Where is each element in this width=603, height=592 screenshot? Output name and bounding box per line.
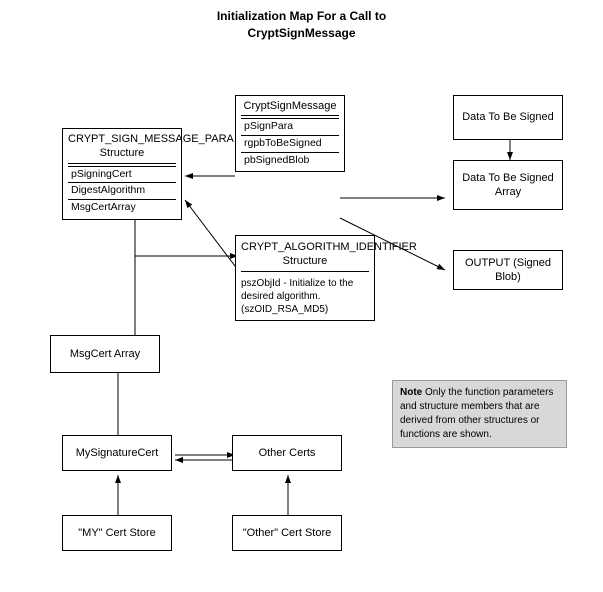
other-cert-store-box: "Other" Cert Store	[232, 515, 342, 551]
crypt-sign-message-box: CryptSignMessage pSignPara rgpbToBeSigne…	[235, 95, 345, 172]
crypt-sign-message-header: CryptSignMessage	[241, 99, 339, 116]
digestalg-row: DigestAlgorithm	[68, 182, 176, 199]
crypt-sign-para-header: CRYPT_SIGN_MESSAGE_PARA Structure	[68, 132, 176, 164]
pbsigned-row: pbSignedBlob	[241, 152, 339, 169]
output-box: OUTPUT (Signed Blob)	[453, 250, 563, 290]
crypt-algo-header: CRYPT_ALGORITHM_IDENTIFIER Structure	[241, 240, 369, 272]
note-bold: Note	[400, 387, 422, 398]
data-to-be-signed-box: Data To Be Signed	[453, 95, 563, 140]
note-box: Note Only the function parameters and st…	[392, 380, 567, 448]
crypt-algo-body: pszObjId - Initialize to the desired alg…	[241, 274, 369, 316]
crypt-sign-para-box: CRYPT_SIGN_MESSAGE_PARA Structure pSigni…	[62, 128, 182, 220]
diagram-container: Initialization Map For a Call to CryptSi…	[0, 0, 603, 592]
msgcertarray-row: MsgCertArray	[68, 199, 176, 216]
other-certs-box: Other Certs	[232, 435, 342, 471]
rgpb-row: rgpbToBeSigned	[241, 135, 339, 152]
note-text: Only the function parameters and structu…	[400, 387, 553, 440]
psigningcert-row: pSigningCert	[68, 166, 176, 183]
my-cert-store-box: "MY" Cert Store	[62, 515, 172, 551]
psignpara-row: pSignPara	[241, 118, 339, 135]
msgcert-array-box: MsgCert Array	[50, 335, 160, 373]
crypt-algo-box: CRYPT_ALGORITHM_IDENTIFIER Structure psz…	[235, 235, 375, 321]
data-to-be-signed-array-box: Data To Be Signed Array	[453, 160, 563, 210]
page-title: Initialization Map For a Call to CryptSi…	[0, 0, 603, 42]
my-signature-cert-box: MySignatureCert	[62, 435, 172, 471]
crypt-sign-para-rows: pSigningCert DigestAlgorithm MsgCertArra…	[68, 166, 176, 216]
crypt-sign-message-rows: pSignPara rgpbToBeSigned pbSignedBlob	[241, 118, 339, 168]
